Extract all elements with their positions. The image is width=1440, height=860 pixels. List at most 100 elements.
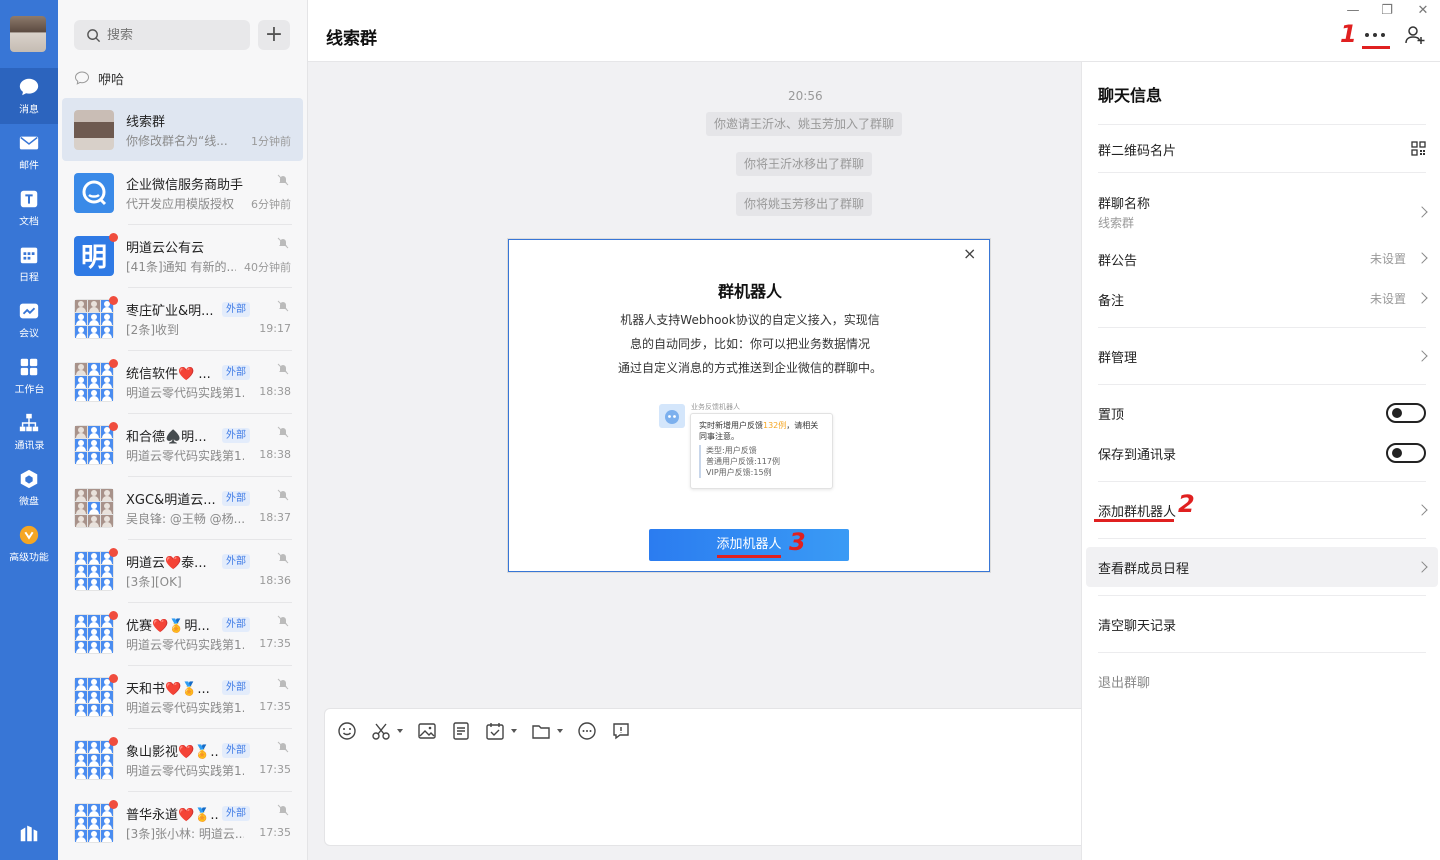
more-tools-button[interactable]	[577, 721, 599, 743]
user-avatar[interactable]	[10, 16, 46, 52]
chat-info-panel: 聊天信息 群二维码名片 群聊名称 线索群 群公告 未设置 备注 未设置 群管理 …	[1081, 62, 1440, 860]
add-group-robot-item[interactable]: 添加群机器人	[1098, 501, 1176, 520]
nav-calendar[interactable]: 日程	[0, 236, 58, 292]
search-input[interactable]	[107, 27, 237, 43]
library-icon[interactable]	[18, 822, 40, 844]
more-button[interactable]	[1362, 24, 1388, 46]
chevron-right-icon[interactable]	[1416, 252, 1428, 264]
nav-drive[interactable]: 微盘	[0, 460, 58, 516]
conversation-time: 1分钟前	[251, 134, 291, 148]
search-box[interactable]	[74, 20, 250, 50]
pin-top-toggle[interactable]	[1386, 403, 1426, 423]
step-2-annotation: 2	[1178, 490, 1195, 518]
chat-header: 线索群 — ❐ ✕ 1	[308, 0, 1440, 62]
chat-assistant-icon	[82, 180, 107, 205]
group-name-label[interactable]: 群聊名称	[1098, 193, 1150, 212]
chevron-right-icon[interactable]	[1416, 504, 1428, 516]
schedule-button[interactable]	[485, 721, 507, 743]
notice-label[interactable]: 群公告	[1098, 250, 1137, 269]
group-manage-label[interactable]: 群管理	[1098, 347, 1137, 366]
conversation-name: XGC&明道云...	[126, 492, 216, 508]
member-schedule-item[interactable]: 查看群成员日程	[1098, 558, 1189, 577]
clear-history-item[interactable]: 清空聊天记录	[1098, 615, 1176, 634]
note-button[interactable]	[451, 721, 473, 743]
add-member-icon[interactable]	[1404, 24, 1426, 46]
unread-dot	[109, 295, 118, 305]
chevron-right-icon[interactable]	[1416, 350, 1428, 362]
conversation-item[interactable]: 明 明道云公有云 [41条]通知 有新的... 40分钟前	[62, 224, 303, 287]
close-window-button[interactable]: ✕	[1412, 2, 1434, 20]
add-button[interactable]: +	[258, 20, 290, 50]
save-contacts-toggle[interactable]	[1386, 443, 1426, 463]
search-icon	[87, 28, 101, 42]
nav-advanced[interactable]: 高级功能	[0, 516, 58, 572]
robot-message-details: 类型:用户反馈 普通用户反馈:117例 VIP用户反馈:15例	[699, 445, 824, 478]
file-button[interactable]	[531, 721, 553, 743]
dialog-description-line: 机器人支持Webhook协议的自定义接入，实现信	[620, 313, 880, 327]
mute-bell-icon	[277, 237, 289, 248]
robot-detail-line: 类型:用户反馈	[706, 446, 757, 455]
conversation-item[interactable]: 线索群 你修改群名为“线... 1分钟前	[62, 98, 303, 161]
notice-value: 未设置	[1369, 252, 1406, 266]
conversation-item[interactable]: 普华永道❤️🏅... 外部 [3条]张小林: 明道云... 17:35	[62, 791, 303, 854]
conversation-item[interactable]: 企业微信服务商助手 代开发应用模版授权 6分钟前	[62, 161, 303, 224]
screenshot-button[interactable]	[371, 721, 393, 743]
chevron-down-icon[interactable]	[511, 729, 517, 733]
close-dialog-button[interactable]: ×	[963, 246, 979, 262]
remark-label[interactable]: 备注	[1098, 290, 1124, 309]
conversation-list: + 咿哈 线索群 你修改群名为“线... 1分钟前 企业微信服务商助手 代开发应…	[58, 0, 308, 860]
external-tag: 外部	[222, 742, 250, 758]
chevron-right-icon[interactable]	[1416, 292, 1428, 304]
conversation-preview: 吴良锋: @王畅 @杨...	[126, 511, 244, 526]
nav-docs[interactable]: 文档	[0, 180, 58, 236]
nav-messages[interactable]: 消息	[0, 68, 58, 124]
nav-contacts[interactable]: 通讯录	[0, 404, 58, 460]
mail-icon	[19, 136, 39, 150]
qr-card-label[interactable]: 群二维码名片	[1098, 140, 1176, 159]
restore-button[interactable]: ❐	[1376, 2, 1398, 20]
conversation-item[interactable]: XGC&明道云... 外部 吴良锋: @王畅 @杨... 18:37	[62, 476, 303, 539]
chevron-down-icon[interactable]	[397, 729, 403, 733]
conversation-item[interactable]: 枣庄矿业&明... 外部 [2条]收到 19:17	[62, 287, 303, 350]
chevron-right-icon[interactable]	[1416, 206, 1428, 218]
feedback-button[interactable]	[611, 721, 633, 743]
conversation-preview: [3条]张小林: 明道云...	[126, 826, 244, 841]
pinned-chat[interactable]: 咿哈	[74, 66, 124, 90]
image-button[interactable]	[417, 721, 439, 743]
conversation-time: 18:37	[259, 510, 291, 524]
mute-bell-icon	[277, 615, 289, 626]
conversation-time: 18:38	[259, 384, 291, 398]
qr-code-icon[interactable]	[1411, 141, 1426, 156]
chat-bubble-icon	[74, 71, 90, 85]
underline-annotation	[1362, 46, 1390, 49]
chevron-down-icon[interactable]	[557, 729, 563, 733]
emoji-button[interactable]	[337, 721, 359, 743]
mute-bell-icon	[277, 174, 289, 185]
chat-main: 线索群 — ❐ ✕ 1 20:56 你邀请王沂冰、姚玉芳加入了群聊 你将王沂冰移…	[308, 0, 1440, 860]
conversation-item[interactable]: 明道云❤️泰... 外部 [3条][OK] 18:36	[62, 539, 303, 602]
conversation-preview: 明道云零代码实践第1...	[126, 763, 244, 778]
message-input-area[interactable]	[324, 708, 1104, 846]
group-avatar	[74, 358, 118, 402]
nav-meeting[interactable]: 会议	[0, 292, 58, 348]
conversation-name: 普华永道❤️🏅...	[126, 807, 218, 823]
nav-mail[interactable]: 邮件	[0, 124, 58, 180]
system-message: 你将王沂冰移出了群聊	[736, 152, 873, 176]
exit-group-item[interactable]: 退出群聊	[1098, 672, 1150, 691]
external-tag: 外部	[222, 364, 250, 380]
conversation-item[interactable]: 天和书❤️🏅... 外部 明道云零代码实践第1... 17:35	[62, 665, 303, 728]
image-icon	[418, 723, 436, 739]
nav-workbench[interactable]: 工作台	[0, 348, 58, 404]
conversation-time: 19:17	[259, 321, 291, 335]
mute-bell-icon	[277, 741, 289, 752]
dialog-description-line: 息的自动同步，比如：你可以把业务数据情况	[629, 337, 870, 351]
document-icon	[20, 190, 38, 208]
robot-detail-line: 普通用户反馈:117例	[706, 457, 780, 466]
conversation-item[interactable]: 统信软件❤️ ... 外部 明道云零代码实践第1... 18:38	[62, 350, 303, 413]
conversation-item[interactable]: 象山影视❤️🏅... 外部 明道云零代码实践第1... 17:35	[62, 728, 303, 791]
mute-bell-icon	[277, 552, 289, 563]
minimize-button[interactable]: —	[1342, 2, 1364, 20]
conversation-item[interactable]: 优赛❤️🏅明... 外部 明道云零代码实践第1... 17:35	[62, 602, 303, 665]
conversation-item[interactable]: 和合德♠️明... 外部 明道云零代码实践第1... 18:38	[62, 413, 303, 476]
conversation-time: 6分钟前	[251, 197, 291, 211]
